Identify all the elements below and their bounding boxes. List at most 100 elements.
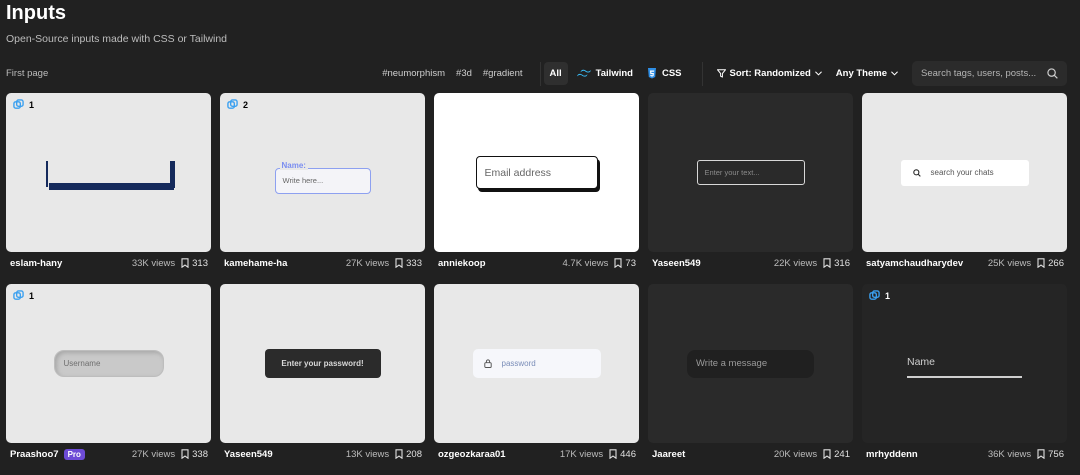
variant-badge: 1 [869,290,890,301]
post-card: Enter your text... Yaseen549 22K views 3… [648,93,853,284]
save-count: 313 [192,257,208,269]
save-button[interactable]: 313 [181,258,208,269]
tag-neumorphism[interactable]: #neumorphism [382,68,445,79]
variants-icon [13,99,24,109]
variant-count: 1 [29,99,35,110]
save-button[interactable]: 208 [395,449,422,460]
variant-count: 1 [885,290,891,301]
theme-dropdown[interactable]: Any Theme [836,68,898,79]
save-button[interactable]: 333 [395,258,422,269]
save-button[interactable]: 316 [823,258,850,269]
filter-css-button[interactable]: CSS [647,68,682,79]
post-card: 1 Name mrhyddenn 36K views 756 [862,284,1067,475]
save-count: 241 [834,448,850,460]
view-count: 27K views [345,257,390,269]
filter-funnel-icon [716,69,726,78]
chevron-down-icon [891,71,898,76]
card-stats: 13K views 208 [346,449,422,460]
card-meta: ozgeozkaraa01 17K views 446 [438,447,636,461]
card-stats: 27K views 338 [132,449,208,460]
card-meta: mrhyddenn 36K views 756 [866,447,1064,461]
save-count: 446 [620,448,636,460]
preview-placeholder: Enter your password! [281,359,364,368]
save-button[interactable]: 73 [614,258,636,269]
variant-count: 1 [29,290,35,301]
tag-3d[interactable]: #3d [456,68,472,79]
preview-search-input: search your chats [900,159,1029,186]
filter-tailwind-button[interactable]: Tailwind [576,68,633,79]
save-button[interactable]: 338 [181,449,208,460]
card-preview[interactable]: Email address [434,93,639,252]
post-card: Write a message Jaareet 20K views 241 [648,284,853,475]
author-name[interactable]: Yaseen549 [224,449,273,460]
view-count: 27K views [131,448,176,460]
bookmark-icon [395,449,403,459]
search-icon [912,168,921,177]
author-name[interactable]: Praashoo7 [10,449,59,460]
preview-bracket-input [45,160,175,191]
search-input[interactable] [921,68,1046,79]
card-preview[interactable]: 1 Username [6,284,211,443]
post-card: search your chats satyamchaudharydev 25K… [862,93,1067,284]
view-count: 22K views [773,257,818,269]
save-count: 208 [406,448,422,460]
variants-icon [227,99,238,109]
save-count: 333 [406,257,422,269]
author-name[interactable]: ozgeozkaraa01 [438,449,506,460]
card-preview[interactable]: password [434,284,639,443]
save-button[interactable]: 446 [609,449,636,460]
preview-underline-input: Name [907,353,1022,381]
preview-email-input: Email address [475,156,598,189]
preview-placeholder: password [501,359,536,368]
bookmark-icon [609,449,617,459]
author-name[interactable]: mrhyddenn [866,449,918,460]
bookmark-icon [181,258,189,268]
variant-badge: 1 [13,290,34,301]
card-preview[interactable]: 1 Name [862,284,1067,443]
author-name[interactable]: satyamchaudharydev [866,258,963,269]
author-name[interactable]: Jaareet [652,449,685,460]
author-name[interactable]: anniekoop [438,258,486,269]
preview-placeholder: Email address [484,166,552,179]
post-card: 1 Username Praashoo7 Pro 27K views 338 [6,284,211,475]
page-title: Inputs [6,2,66,24]
author-name[interactable]: eslam-hany [10,258,62,269]
search-icon[interactable] [1047,68,1058,79]
theme-label: Any Theme [835,68,887,79]
save-button[interactable]: 241 [823,449,850,460]
sort-dropdown[interactable]: Sort: Randomized [716,68,822,79]
bookmark-icon [823,258,831,268]
filter-tailwind-label: Tailwind [595,68,633,79]
preview-text-input: Enter your text... [696,160,805,185]
bookmark-icon [395,258,403,268]
save-button[interactable]: 756 [1037,449,1064,460]
view-count: 25K views [987,257,1032,269]
preview-placeholder: Enter your text... [704,168,760,177]
filter-all-button[interactable]: All [543,62,568,85]
post-card: 2 Name: Write here... kamehame-ha 27K vi… [220,93,425,284]
card-stats: 27K views 333 [346,258,422,269]
post-card: password ozgeozkaraa01 17K views 446 [434,284,639,475]
inputs-grid: 1 eslam-hany 33K views 313 2 Name: Write… [6,93,1067,475]
card-preview[interactable]: Write a message [648,284,853,443]
preview-placeholder: Username [63,359,101,368]
save-button[interactable]: 266 [1037,258,1064,269]
chevron-down-icon [814,71,822,76]
post-card: Email address anniekoop 4.7K views 73 [434,93,639,284]
author-name[interactable]: Yaseen549 [652,258,701,269]
save-count: 266 [1048,257,1064,269]
card-preview[interactable]: Enter your password! [220,284,425,443]
preview-placeholder: Name [907,355,936,368]
card-preview[interactable]: 2 Name: Write here... [220,93,425,252]
toolbar-divider [701,61,703,86]
search-box [912,61,1067,86]
card-preview[interactable]: search your chats [862,93,1067,252]
author-name[interactable]: kamehame-ha [224,258,287,269]
tag-gradient[interactable]: #gradient [483,68,523,79]
view-count: 20K views [773,448,818,460]
filter-css-label: CSS [661,68,682,79]
save-count: 338 [192,448,208,460]
card-preview[interactable]: 1 [6,93,211,252]
view-count: 13K views [345,448,390,460]
card-preview[interactable]: Enter your text... [648,93,853,252]
